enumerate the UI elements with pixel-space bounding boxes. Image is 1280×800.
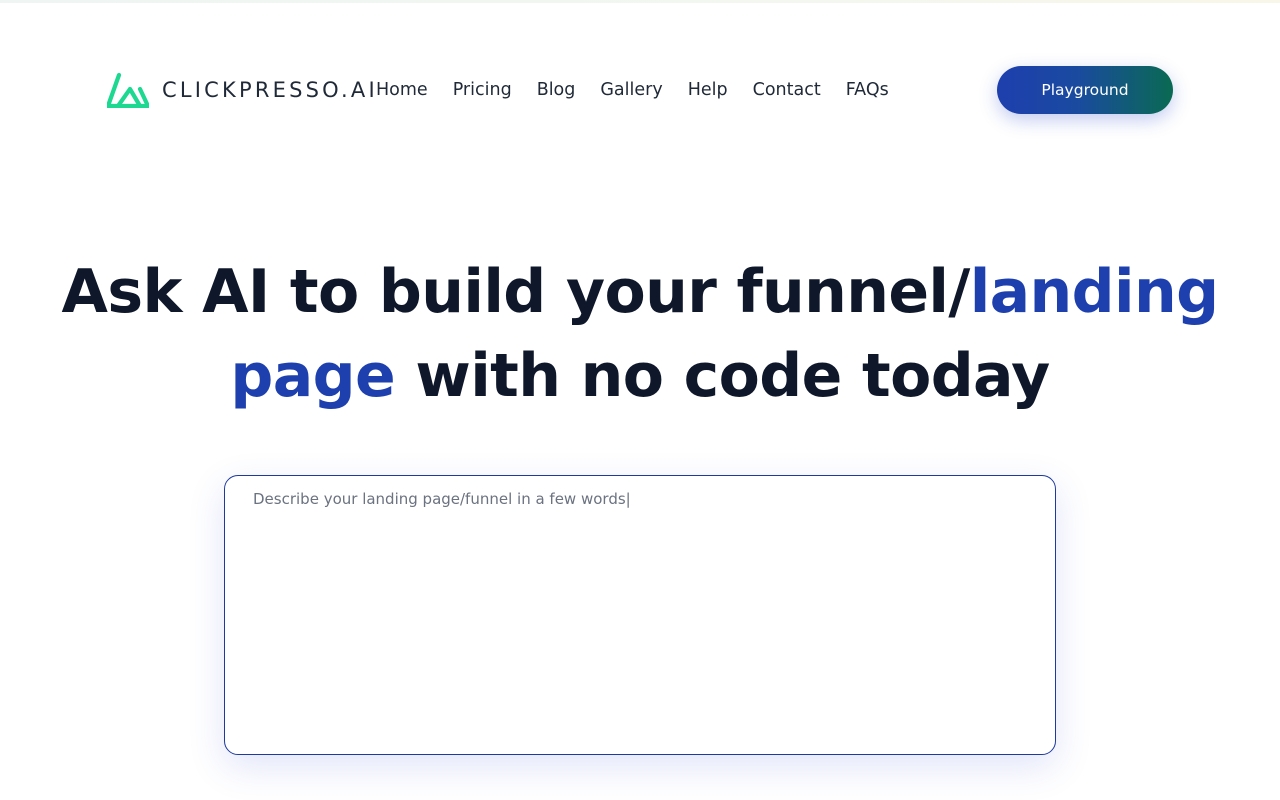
nav-link-help[interactable]: Help bbox=[688, 80, 728, 100]
nav-link-gallery[interactable]: Gallery bbox=[600, 80, 662, 100]
nav-link-blog[interactable]: Blog bbox=[537, 80, 576, 100]
nav-link-contact[interactable]: Contact bbox=[753, 80, 821, 100]
hero-heading: Ask AI to build your funnel/landing page… bbox=[60, 250, 1220, 418]
nav-link-faqs[interactable]: FAQs bbox=[846, 80, 889, 100]
brand-logo[interactable]: CLICKPRESSO.AI bbox=[107, 72, 378, 108]
brand-name: CLICKPRESSO.AI bbox=[162, 78, 378, 102]
site-header: CLICKPRESSO.AI Home Pricing Blog Gallery… bbox=[0, 66, 1280, 114]
prompt-container bbox=[224, 475, 1056, 755]
hero-text-part2: with no code today bbox=[395, 341, 1050, 411]
playground-button[interactable]: Playground bbox=[997, 66, 1173, 114]
triangle-logo-icon bbox=[107, 72, 149, 108]
hero-text-part1: Ask AI to build your funnel/ bbox=[61, 257, 971, 327]
top-accent-strip bbox=[0, 0, 1280, 3]
nav-link-home[interactable]: Home bbox=[376, 80, 428, 100]
main-nav: Home Pricing Blog Gallery Help Contact F… bbox=[376, 66, 889, 114]
prompt-input[interactable] bbox=[225, 476, 1055, 754]
nav-link-pricing[interactable]: Pricing bbox=[453, 80, 512, 100]
